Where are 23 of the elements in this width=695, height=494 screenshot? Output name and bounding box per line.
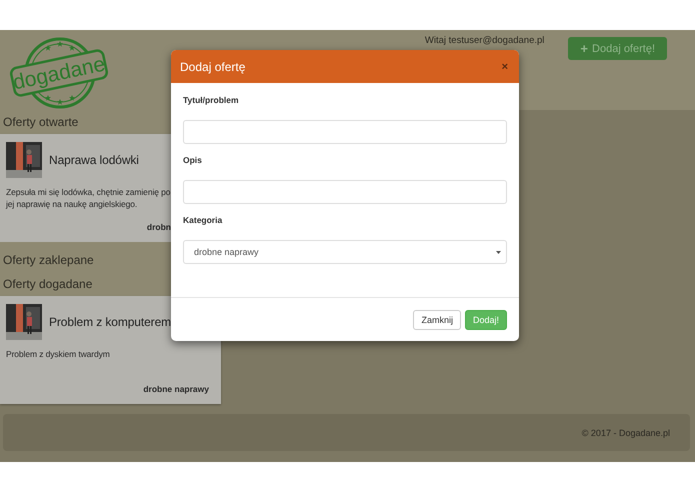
copyright-text: © 2017 - Dogadane.pl <box>582 428 670 438</box>
offer-category: drobn <box>146 222 172 232</box>
field-label: Kategoria <box>183 215 224 225</box>
caret-icon <box>496 250 501 254</box>
offer-description: Zepsuła mi się lodówka, chętnie zamienię po <box>6 186 172 198</box>
field-label: Opis <box>183 155 203 165</box>
category-select[interactable]: drobne naprawy <box>183 240 507 264</box>
offer-title: Naprawa lodówki <box>49 153 139 167</box>
dialog-title: Dodaj ofertę <box>180 60 246 74</box>
greeting-text: Witaj testuser@dogadane.pl <box>424 35 544 46</box>
close-button[interactable]: × <box>500 60 510 72</box>
submit-button[interactable]: Dodaj! <box>464 310 507 330</box>
close-dialog-button[interactable]: Zamknij <box>413 310 461 330</box>
text-field[interactable] <box>183 180 507 204</box>
offer-description: Problem z dyskiem twardym <box>6 348 111 360</box>
logo: dogadane <box>8 35 110 111</box>
offer-description: jej naprawię na naukę angielskiego. <box>6 198 138 210</box>
add-offer-button[interactable]: + Dodaj ofertę! <box>568 37 667 60</box>
text-field[interactable] <box>183 120 507 144</box>
field-label: Tytuł/problem <box>183 95 240 105</box>
offer-category: drobne naprawy <box>143 384 210 394</box>
offer-title: Problem z komputerem <box>49 315 172 329</box>
offer-card[interactable]: Problem z komputerem Problem z dyskiem twardym drobne naprawy <box>0 296 221 404</box>
